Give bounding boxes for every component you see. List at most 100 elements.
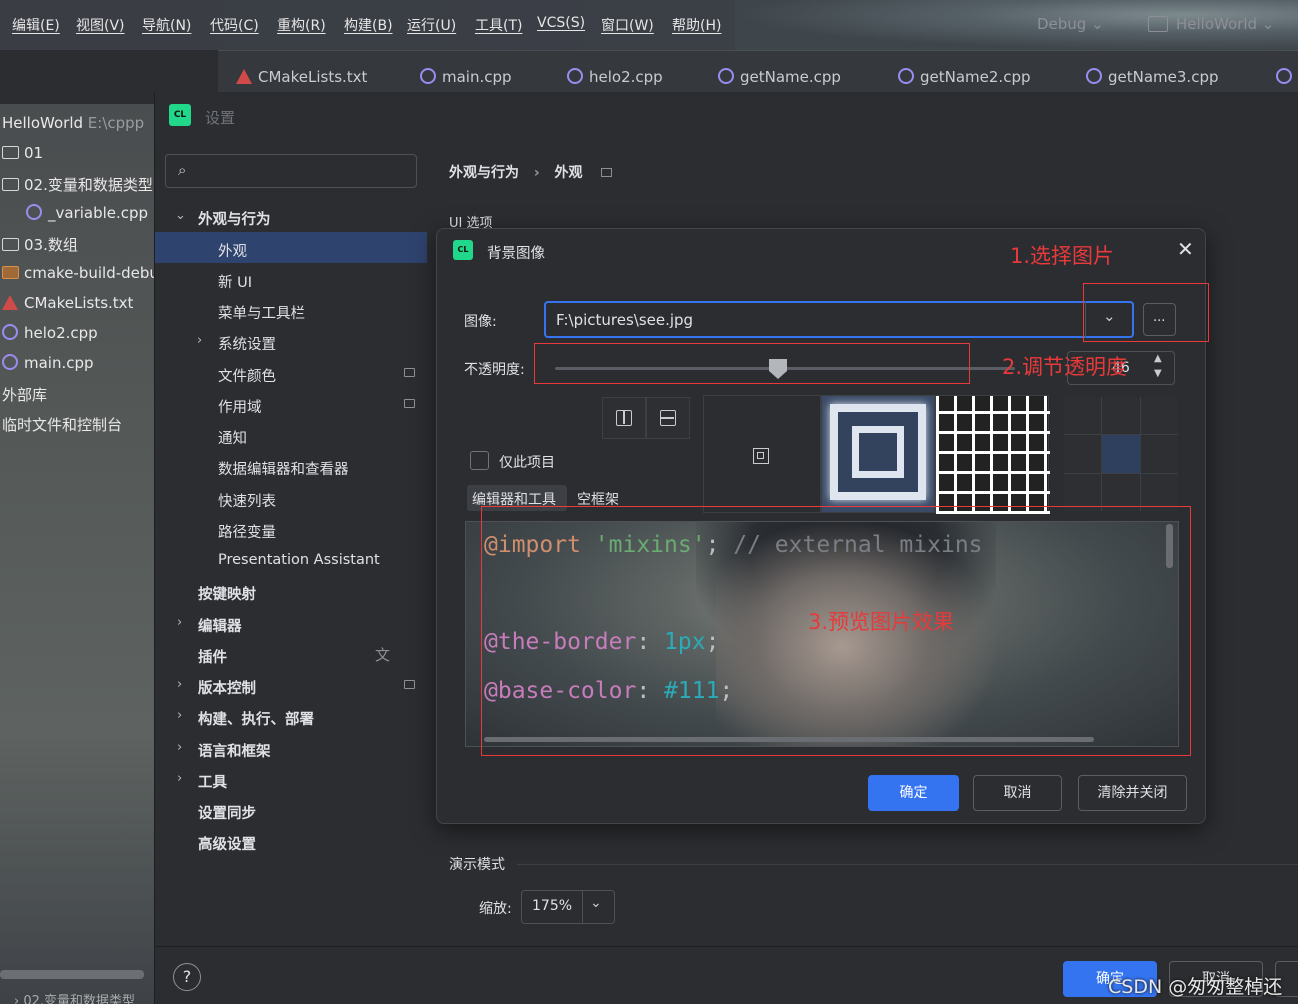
tree-item-label: 01 (24, 144, 44, 162)
tree-item-external-libs[interactable]: 外部库 (2, 384, 47, 405)
menu-run[interactable]: 运行(U) (407, 15, 456, 35)
anchor-cell[interactable] (1064, 397, 1102, 435)
tab-cmakelists[interactable]: CMakeLists.txt (236, 68, 367, 86)
horizontal-scrollbar[interactable] (0, 970, 144, 979)
split-vertical-icon (616, 410, 632, 426)
menu-code[interactable]: 代码(C) (210, 15, 259, 35)
zoom-label: 缩放: (479, 901, 512, 917)
menu-edit[interactable]: 编辑(E) (12, 15, 60, 35)
anchor-grid[interactable] (1064, 397, 1178, 511)
zoom-select[interactable]: 175% ⌄ (521, 890, 615, 924)
bottom-breadcrumb[interactable]: › 02.变量和数据类型 (14, 990, 135, 1004)
tree-item-scratches[interactable]: 临时文件和控制台 (2, 414, 122, 435)
nav-sync[interactable]: 设置同步 (198, 802, 256, 823)
tab-main-cpp[interactable]: main.cpp (420, 68, 512, 86)
nav-keymap[interactable]: 按键映射 (198, 583, 256, 604)
fill-mode-option[interactable] (602, 397, 646, 439)
spinner-up-icon[interactable]: ▲ (1154, 353, 1162, 364)
chevron-right-icon[interactable]: › (177, 708, 182, 723)
tab-getname2-cpp[interactable]: getName2.cpp (898, 68, 1031, 86)
chevron-right-icon[interactable]: › (177, 677, 182, 692)
anchor-cell[interactable] (1102, 435, 1140, 473)
nav-file-colors[interactable]: 文件颜色 (218, 365, 276, 386)
folder-icon (2, 146, 19, 159)
placement-center-tile[interactable] (703, 395, 821, 513)
tab-label: CMakeLists.txt (258, 68, 368, 86)
tab-helo2-cpp[interactable]: helo2.cpp (567, 68, 663, 86)
menu-navigate[interactable]: 导航(N) (142, 15, 191, 35)
nav-notifications[interactable]: 通知 (218, 427, 247, 448)
tree-item-03[interactable]: 03.数组 (2, 234, 78, 255)
dialog-clear-close-button[interactable]: 清除并关闭 (1078, 775, 1187, 811)
tab-getname3-cpp[interactable]: getName3.cpp (1086, 68, 1219, 86)
project-level-icon (404, 368, 415, 377)
placement-tile-tile[interactable] (935, 395, 1050, 514)
chevron-right-icon[interactable]: › (177, 771, 182, 786)
nav-editor[interactable]: 编辑器 (198, 615, 242, 636)
tab-getname-cpp[interactable]: getName.cpp (718, 68, 841, 86)
nav-vcs[interactable]: 版本控制 (198, 677, 256, 698)
nav-menus-toolbars[interactable]: 菜单与工具栏 (218, 302, 305, 323)
tab-more[interactable] (1276, 68, 1298, 86)
nav-quick-lists[interactable]: 快速列表 (218, 490, 276, 511)
menu-view[interactable]: 视图(V) (76, 15, 125, 35)
tree-item-main[interactable]: main.cpp (2, 354, 94, 372)
nav-new-ui[interactable]: 新 UI (218, 271, 252, 292)
dialog-cancel-button[interactable]: 取消 (973, 775, 1062, 811)
tree-item-variable-cpp[interactable]: _variable.cpp (26, 204, 148, 222)
nav-path-variables[interactable]: 路径变量 (218, 521, 276, 542)
tab-label: getName3.cpp (1108, 68, 1219, 86)
tree-item-cmakelists[interactable]: CMakeLists.txt (2, 294, 133, 312)
fill-mode-option[interactable] (646, 397, 690, 439)
help-icon[interactable]: ? (173, 963, 201, 991)
nav-data-editor[interactable]: 数据编辑器和查看器 (218, 458, 349, 479)
menu-tools[interactable]: 工具(T) (475, 15, 522, 35)
tree-item-01[interactable]: 01 (2, 144, 43, 162)
nav-tools[interactable]: 工具 (198, 771, 227, 792)
menu-vcs[interactable]: VCS(S) (537, 15, 585, 31)
nav-presentation-assistant[interactable]: Presentation Assistant (218, 552, 380, 568)
anchor-cell[interactable] (1064, 435, 1102, 473)
tree-item-label: cmake-build-debu (24, 264, 159, 282)
anchor-cell[interactable] (1140, 397, 1178, 435)
nav-scopes[interactable]: 作用域 (218, 396, 262, 417)
nav-appearance-behavior[interactable]: 外观与行为 (198, 208, 271, 229)
nav-system-settings[interactable]: 系统设置 (218, 333, 276, 354)
tree-item-label: _variable.cpp (48, 204, 149, 222)
placement-scale-tile[interactable] (821, 395, 935, 513)
watermark: CSDN @匆匆整棹还 (1108, 976, 1283, 998)
nav-languages[interactable]: 语言和框架 (198, 740, 271, 761)
run-config-label: Debug (1037, 15, 1087, 33)
menu-help[interactable]: 帮助(H) (672, 15, 721, 35)
tree-item-helo2[interactable]: helo2.cpp (2, 324, 98, 342)
anchor-cell[interactable] (1140, 435, 1178, 473)
nav-advanced[interactable]: 高级设置 (198, 833, 256, 854)
nav-appearance[interactable]: 外观 (218, 240, 247, 261)
tree-item-02[interactable]: 02.变量和数据类型 (2, 174, 153, 195)
run-config-selector[interactable]: Debug ⌄ (1037, 15, 1104, 33)
chevron-down-icon[interactable]: ⌄ (175, 208, 186, 223)
project-widget[interactable]: HelloWorld ⌄ (1148, 15, 1274, 33)
menu-build[interactable]: 构建(B) (344, 15, 393, 35)
only-project-checkbox[interactable] (470, 451, 489, 470)
project-widget-label: HelloWorld (1176, 15, 1258, 33)
image-path-input[interactable]: F:\pictures\see.jpg (544, 301, 1134, 338)
anchor-cell[interactable] (1102, 397, 1140, 435)
nav-build[interactable]: 构建、执行、部署 (198, 708, 314, 729)
close-icon[interactable]: ✕ (1177, 237, 1194, 261)
spinner-down-icon[interactable]: ▼ (1154, 368, 1162, 379)
menu-refactor[interactable]: 重构(R) (277, 15, 326, 35)
chevron-right-icon[interactable]: › (177, 615, 182, 630)
breadcrumb-item[interactable]: 外观与行为 (449, 165, 519, 181)
chevron-down-icon: ⌄ (1091, 15, 1104, 33)
chevron-right-icon[interactable]: › (177, 740, 182, 755)
nav-plugins[interactable]: 插件 (198, 646, 227, 667)
cpp-file-icon (898, 68, 914, 84)
dialog-ok-button[interactable]: 确定 (868, 775, 959, 811)
settings-search-input[interactable]: ⌕ (165, 154, 417, 188)
menu-window[interactable]: 窗口(W) (601, 15, 654, 35)
project-root[interactable]: HelloWorld E:\cppp (2, 114, 144, 132)
clion-logo-icon: CL (453, 240, 473, 260)
chevron-right-icon[interactable]: › (197, 333, 202, 348)
tree-item-cmake-build[interactable]: cmake-build-debu (2, 264, 159, 282)
